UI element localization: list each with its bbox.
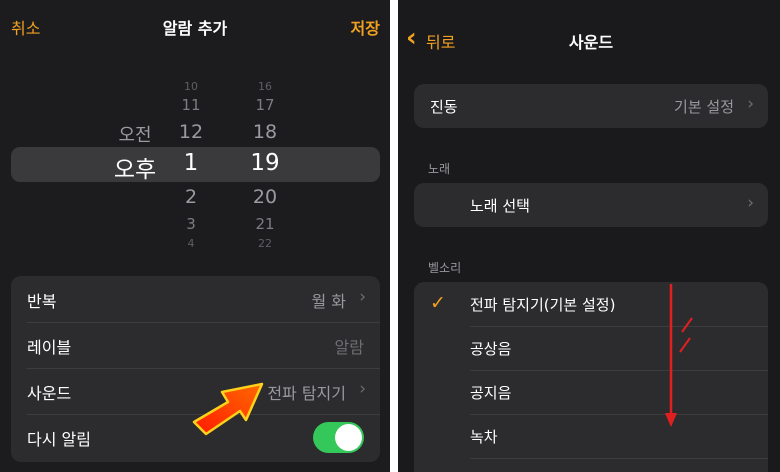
section-header-songs: 노래: [428, 162, 451, 176]
picker-hour-option: 10: [184, 80, 198, 93]
divider: [470, 458, 768, 459]
sound-label: 사운드: [27, 384, 72, 403]
section-header-ringtones: 벨소리: [428, 261, 462, 275]
label-row[interactable]: 레이블 알람: [11, 322, 380, 368]
sound-screen: ‹ 뒤로 사운드 진동 기본 설정 › 노래 노래 선택 › 벨소리 ✓ 전파 …: [398, 0, 780, 472]
ringtone-name: 전파 탐지기(기본 설정): [470, 296, 616, 314]
picker-minute-option: 22: [258, 237, 272, 250]
list-item[interactable]: ✓ 전파 탐지기(기본 설정): [414, 282, 768, 326]
picker-minute-selected: 19: [250, 150, 280, 176]
picker-ampm-option: 오전: [118, 125, 152, 146]
scroll-annotation-arrow-icon: [665, 284, 693, 427]
picker-hour-option: 11: [181, 96, 201, 114]
annotation-arrow-icon: [192, 382, 264, 436]
choose-song-label: 노래 선택: [470, 197, 530, 215]
repeat-value: 월 화: [311, 292, 346, 311]
picker-hour-selected: 1: [183, 150, 199, 176]
list-item[interactable]: 녹차: [414, 414, 768, 458]
snooze-toggle[interactable]: [313, 422, 364, 453]
vibration-row[interactable]: 진동 기본 설정 ›: [414, 84, 768, 128]
sound-value: 전파 탐지기: [267, 384, 346, 403]
vibration-value: 기본 설정: [674, 98, 734, 116]
save-button[interactable]: 저장: [351, 15, 380, 39]
ringtone-name: 공지음: [470, 384, 512, 402]
page-title: 알람 추가: [162, 19, 228, 38]
picker-minute-option: 18: [252, 121, 278, 143]
repeat-label: 반복: [27, 292, 57, 311]
ringtone-name: 공상음: [470, 340, 512, 358]
picker-ampm-selected: 오후: [113, 157, 157, 183]
picker-minute-option: 17: [255, 96, 275, 114]
chevron-right-icon: ›: [747, 94, 754, 114]
label-label: 레이블: [27, 338, 72, 357]
ringtone-name: 녹차: [470, 428, 498, 446]
list-item[interactable]: 공상음: [414, 326, 768, 370]
picker-hour-option: 3: [186, 215, 196, 233]
chevron-right-icon: ›: [359, 379, 366, 399]
chevron-right-icon: ›: [359, 287, 366, 307]
picker-minute-option: 21: [255, 215, 275, 233]
picker-hour-option: 4: [187, 237, 195, 250]
label-input[interactable]: 알람: [335, 334, 364, 358]
picker-minute-option: 20: [252, 186, 278, 208]
chevron-right-icon: ›: [747, 193, 754, 213]
picker-hour-option: 2: [184, 186, 198, 208]
picker-hour-option: 12: [178, 121, 204, 143]
list-item[interactable]: 공지음: [414, 370, 768, 414]
checkmark-icon: ✓: [430, 292, 446, 314]
repeat-row[interactable]: 반복 월 화 ›: [11, 276, 380, 322]
vibration-label: 진동: [430, 98, 458, 116]
toggle-knob: [335, 424, 362, 451]
choose-song-row[interactable]: 노래 선택 ›: [414, 183, 768, 227]
ringtone-list: ✓ 전파 탐지기(기본 설정) 공상음 공지음 녹차: [414, 282, 768, 472]
add-alarm-screen: 취소 알람 추가 저장 오전 오후 10 11 12 1 2 3 4 16 17…: [0, 0, 390, 472]
picker-minute-option: 16: [258, 80, 272, 93]
page-title: 사운드: [568, 33, 614, 52]
snooze-label: 다시 알림: [27, 430, 91, 449]
